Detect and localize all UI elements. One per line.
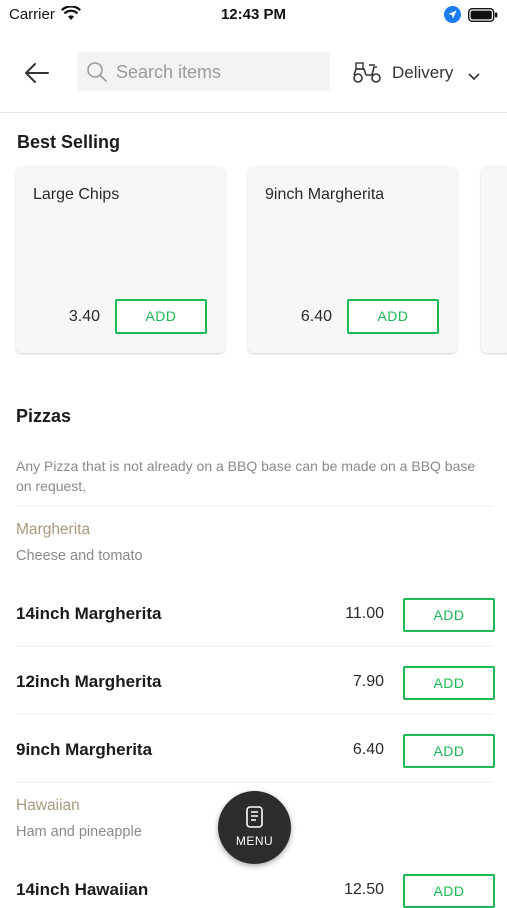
clock-time: 12:43 PM bbox=[220, 6, 287, 23]
add-button[interactable]: ADD bbox=[115, 299, 207, 334]
card-item-name: 9inch Margherita bbox=[265, 186, 385, 203]
menu-item-name: 12inch Margherita bbox=[16, 672, 162, 691]
scooter-icon bbox=[352, 59, 382, 90]
category-title: Hawaiian bbox=[16, 797, 80, 814]
divider bbox=[16, 782, 492, 783]
card-item-price: 3.40 bbox=[68, 308, 100, 325]
top-header: Search items Delivery bbox=[0, 40, 507, 113]
menu-item-name: 14inch Hawaiian bbox=[16, 880, 149, 899]
menu-item-name: 9inch Margherita bbox=[16, 740, 153, 759]
battery-icon bbox=[467, 7, 498, 27]
back-arrow-icon[interactable] bbox=[22, 58, 52, 88]
location-arrow-icon bbox=[444, 6, 461, 28]
menu-button[interactable]: MENU bbox=[218, 791, 291, 864]
search-input[interactable]: Search items bbox=[77, 52, 330, 91]
menu-item-name: 14inch Margherita bbox=[16, 604, 162, 623]
pizzas-title: Pizzas bbox=[16, 406, 72, 426]
add-button[interactable]: ADD bbox=[347, 299, 439, 334]
card-item-price: 6.40 bbox=[300, 308, 332, 325]
menu-button-label: MENU bbox=[235, 834, 274, 848]
chevron-down-icon bbox=[468, 68, 480, 86]
category-description: Cheese and tomato bbox=[16, 548, 143, 564]
category-title: Margherita bbox=[16, 521, 91, 538]
menu-book-icon bbox=[245, 806, 264, 833]
menu-item-price: 12.50 bbox=[343, 881, 384, 898]
divider bbox=[16, 506, 492, 507]
best-selling-card[interactable]: Large Chips 3.40 ADD bbox=[16, 166, 225, 353]
menu-item-price: 11.00 bbox=[345, 605, 384, 622]
search-placeholder: Search items bbox=[116, 62, 222, 82]
best-selling-card-partial[interactable] bbox=[481, 166, 507, 353]
best-selling-card[interactable]: 9inch Margherita 6.40 ADD bbox=[248, 166, 457, 353]
category-description: Ham and pineapple bbox=[16, 824, 142, 840]
menu-item-price: 6.40 bbox=[352, 741, 384, 758]
add-button[interactable]: ADD bbox=[403, 734, 495, 768]
section-note: Any Pizza that is not already on a BBQ b… bbox=[16, 458, 476, 494]
add-button[interactable]: ADD bbox=[403, 666, 495, 700]
add-button[interactable]: ADD bbox=[403, 874, 495, 908]
card-item-name: Large Chips bbox=[33, 186, 120, 203]
divider bbox=[16, 646, 492, 647]
divider bbox=[16, 714, 492, 715]
menu-item-price: 7.90 bbox=[352, 673, 384, 690]
delivery-label: Delivery bbox=[392, 63, 454, 82]
best-selling-title: Best Selling bbox=[17, 132, 121, 152]
search-icon bbox=[86, 61, 108, 88]
add-button[interactable]: ADD bbox=[403, 598, 495, 632]
status-bar: Carrier 12:43 PM bbox=[0, 0, 507, 30]
